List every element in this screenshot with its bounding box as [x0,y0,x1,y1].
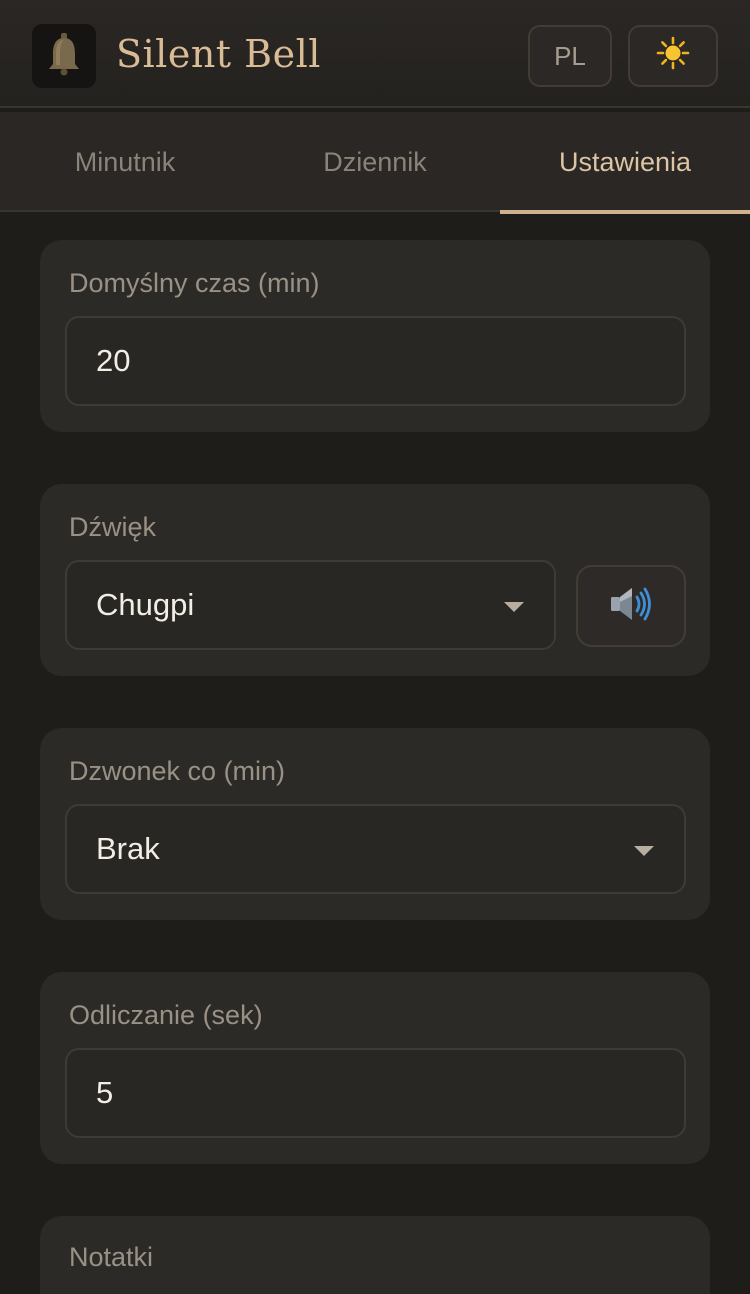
sound-select-value: Chugpi [96,587,195,622]
sound-label: Dźwięk [69,512,157,542]
sound-card: Dźwięk Chugpi [40,484,710,676]
countdown-card: Odliczanie (sek) 5 [40,972,710,1164]
interval-bell-select-value: Brak [96,831,160,866]
notes-card: Notatki [40,1216,710,1294]
default-duration-card: Domyślny czas (min) 20 [40,240,710,432]
chevron-down-icon [504,602,524,612]
app-title: Silent Bell [116,32,321,76]
sound-select[interactable]: Chugpi [65,560,556,650]
countdown-label: Odliczanie (sek) [69,1000,263,1030]
interval-bell-card: Dzwonek co (min) Brak [40,728,710,920]
default-duration-input[interactable]: 20 [65,316,686,406]
default-duration-label: Domyślny czas (min) [69,268,320,298]
app-header: Silent Bell PL [0,0,750,108]
interval-bell-select[interactable]: Brak [65,804,686,894]
sun-icon [656,36,690,77]
tab-bar: Minutnik Dziennik Ustawienia [0,112,750,214]
interval-bell-label: Dzwonek co (min) [69,756,286,786]
language-button[interactable]: PL [528,25,612,87]
chevron-down-icon [634,846,654,856]
tab-dziennik[interactable]: Dziennik [250,112,500,212]
speaker-icon [608,584,654,629]
app-logo [32,24,96,88]
tab-minutnik[interactable]: Minutnik [0,112,250,212]
bell-icon [46,32,82,81]
notes-label: Notatki [69,1242,154,1272]
tab-ustawienia[interactable]: Ustawienia [500,112,750,214]
countdown-input[interactable]: 5 [65,1048,686,1138]
sound-preview-button[interactable] [576,565,686,647]
theme-toggle-button[interactable] [628,25,718,87]
